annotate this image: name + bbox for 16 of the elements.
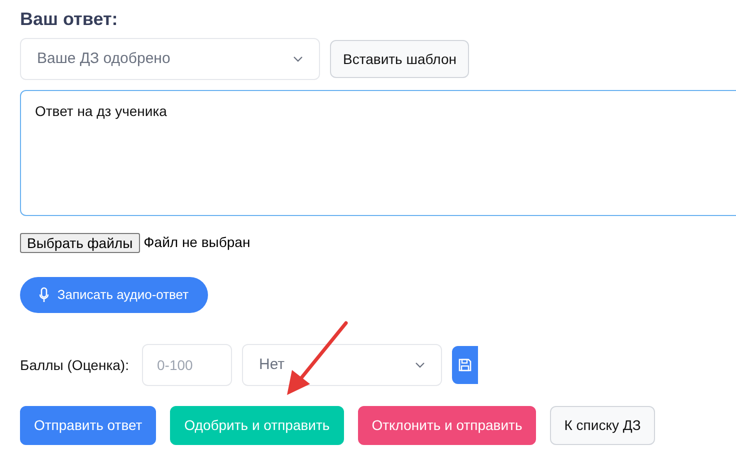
template-select[interactable]: Ваше ДЗ одобрено (20, 38, 320, 80)
reject-button[interactable]: Отклонить и отправить (358, 406, 536, 445)
file-status: Файл не выбран (144, 233, 250, 252)
send-answer-button[interactable]: Отправить ответ (20, 406, 156, 445)
microphone-icon (39, 287, 50, 303)
answer-field[interactable]: Ответ на дз ученика (20, 90, 736, 216)
score-field[interactable]: 0-100 (142, 344, 232, 386)
section-heading: Ваш ответ: (20, 8, 119, 31)
record-audio-button[interactable]: Записать аудио-ответ (20, 277, 208, 313)
choose-files-button[interactable]: Выбрать файлы (20, 232, 140, 252)
back-to-list-button[interactable]: К списку ДЗ (550, 406, 655, 445)
chevron-down-icon (293, 56, 303, 62)
score-label: Баллы (Оценка): (20, 356, 130, 375)
save-button[interactable] (452, 346, 478, 384)
chevron-down-icon (415, 362, 425, 368)
insert-template-button[interactable]: Вставить шаблон (330, 40, 470, 78)
